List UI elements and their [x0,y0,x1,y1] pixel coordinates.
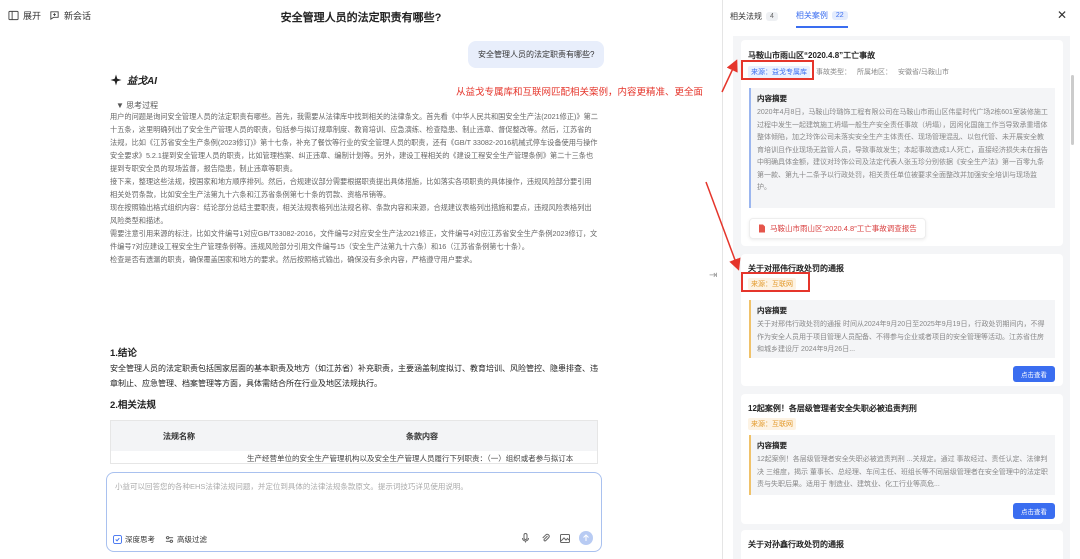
summary-text: 2020年4月8日，马鞍山玲璐饰工程有限公司在马鞍山市雨山区伟星时代广场2栋60… [757,109,1048,191]
case-meta: 来源：互联网 [748,418,796,430]
deep-think-icon [113,535,122,544]
laws-table: 法规名称 条款内容 生产经营单位的安全生产管理机构以及安全生产管理人员履行下列职… [110,420,598,464]
thinking-paragraph: 接下来，整理这些法规，按国家和地方顺序排列。然后，合规建议部分需要根据职责提出具… [110,177,592,199]
tab-label: 相关案例 [795,11,828,20]
summary-title: 内容摘要 [757,441,787,450]
advanced-filter-toggle[interactable]: 高级过滤 [165,534,207,545]
ai-name: 益戈AI [127,76,157,87]
table-header: 法规名称 条款内容 [111,421,597,451]
mic-icon[interactable] [519,532,531,544]
table-header-cell: 法规名称 [163,431,195,441]
chat-input-placeholder: 小益可以回答您的各种EHS法律法规问题，并定位到具体的法律法规条款原文。提示词技… [115,482,468,491]
close-icon[interactable]: ✕ [1057,8,1067,22]
send-icon [583,534,589,541]
cases-panel: 马鞍山市雨山区“2020.4.8”工亡事故 来源：益戈专属库 事故类型： 所属地… [733,36,1070,559]
case-card[interactable]: 12起案例！各层级管理者安全失职必被追责判刑 来源：互联网 内容摘要 12起案例… [741,394,1063,524]
thinking-content: 用户的问题是询问安全管理人员的法定职责有哪些。首先，我需要从法律库中找到相关的法… [110,110,598,338]
send-button[interactable] [579,531,593,545]
source-tag: 来源：互联网 [748,418,796,430]
case-summary: 内容摘要 12起案例！各层级管理者安全失职必被追责判刑 ...关规定。通过 事故… [749,435,1055,495]
summary-title: 内容摘要 [757,306,787,315]
thinking-paragraph: 检查是否有遗漏的职责，确保覆盖国家和地方的要求。然后按照格式输出，确保没有多余内… [110,255,477,264]
summary-text: 12起案例！各层级管理者安全失职必被追责判刑 ...关规定。通过 事故经过、责任… [757,456,1048,488]
input-options: 深度思考 高级过滤 [113,534,207,545]
panel-scrollbar[interactable] [1071,75,1074,145]
case-card[interactable]: 关于对邢伟行政处罚的通报 来源：互联网 内容摘要 关于对邢伟行政处罚的通报 时间… [741,254,1063,386]
thinking-paragraph: 用户的问题是询问安全管理人员的法定职责有哪些。首先，我需要从法律库中找到相关的法… [110,112,598,173]
summary-text: 关于对邢伟行政处罚的通报 时间从2024年9月20日至2025年9月19日，行政… [757,321,1045,353]
ai-logo-icon [110,74,122,85]
tab-count-badge: 4 [766,12,778,21]
accident-type: 事故类型： [816,69,851,76]
filter-icon [165,536,174,543]
pdf-icon [759,224,765,233]
tab-related-laws[interactable]: 相关法规 4 [730,10,778,28]
region-label: 所属地区： [857,69,892,76]
deep-think-label: 深度思考 [125,535,155,544]
case-card[interactable]: 马鞍山市雨山区“2020.4.8”工亡事故 来源：益戈专属库 事故类型： 所属地… [741,40,1063,246]
tab-related-cases[interactable]: 相关案例 22 [795,10,848,28]
image-icon[interactable] [559,532,571,544]
highlight-box [741,60,814,80]
panel-divider[interactable] [722,0,723,559]
laws-heading: 2.相关法规 [110,400,156,411]
tab-label: 相关法规 [730,12,762,21]
table-row: 生产经营单位的安全生产管理机构以及安全生产管理人员履行下列职责：（一）组织或者参… [111,451,597,463]
annotation-text: 从益戈专属库和互联网匹配相关案例，内容更精准、更全面 [456,87,704,98]
conclusion-text: 安全管理人员的法定职责包括国家层面的基本职责及地方（如江苏省）补充职责，主要涵盖… [110,364,598,388]
collapse-panel-icon[interactable]: ⇥ [709,270,717,281]
thinking-paragraph: 现在按照输出格式组织内容：结论部分总结主要职责，相关法规表格列出法规名称、条款内… [110,203,592,225]
case-summary: 内容摘要 关于对邢伟行政处罚的通报 时间从2024年9月20日至2025年9月1… [749,300,1055,358]
view-button[interactable]: 点击查看 [1013,366,1055,382]
conclusion-heading: 1.结论 [110,348,137,359]
filter-label: 高级过滤 [177,535,207,544]
highlight-box [741,272,810,292]
page-title: 安全管理人员的法定职责有哪些? [280,12,442,24]
deep-think-toggle[interactable]: 深度思考 [113,534,155,545]
table-header-cell: 条款内容 [406,431,438,441]
user-question-bubble: 安全管理人员的法定职责有哪些? [468,41,605,68]
case-card[interactable]: 关于对孙鑫行政处罚的通报 [741,530,1063,559]
input-actions [519,531,593,545]
report-link[interactable]: 马鞍山市雨山区“2020.4.8”工亡事故调查报告 [749,218,926,239]
case-summary: 内容摘要 2020年4月8日，马鞍山玲璐饰工程有限公司在马鞍山市雨山区伟星时代广… [749,88,1055,208]
panel-tabs: 相关法规 4 相关案例 22 [730,10,848,28]
case-title: 12起案例！各层级管理者安全失职必被追责判刑 [748,404,917,413]
view-button[interactable]: 点击查看 [1013,503,1055,519]
case-title: 关于对孙鑫行政处罚的通报 [748,540,844,549]
thinking-paragraph: 需要注意引用来源的标注，比如文件编号1对应GB/T33082-2016，文件编号… [110,229,598,251]
chat-input[interactable]: 小益可以回答您的各种EHS法律法规问题，并定位到具体的法律法规条款原文。提示词技… [106,472,602,552]
report-link-label: 马鞍山市雨山区“2020.4.8”工亡事故调查报告 [770,224,917,233]
ai-header: 益戈AI [110,72,157,87]
attach-icon[interactable] [539,532,551,544]
region-value: 安徽省/马鞍山市 [898,69,949,76]
summary-title: 内容摘要 [757,94,787,103]
tab-count-badge: 22 [831,11,848,20]
table-cell: 生产经营单位的安全生产管理机构以及安全生产管理人员履行下列职责：（一）组织或者参… [247,453,574,463]
